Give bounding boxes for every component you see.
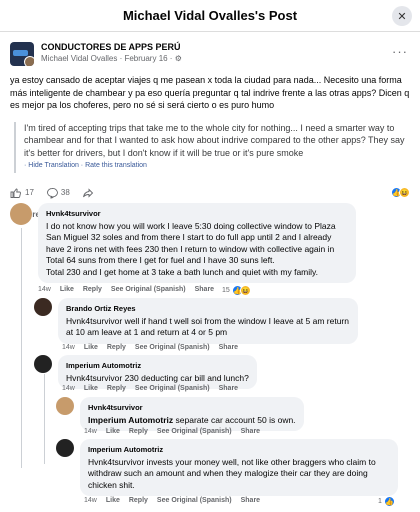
post-date[interactable]: February 16 · ⚙ [124, 54, 181, 63]
more-options-icon[interactable]: ··· [392, 44, 408, 59]
comment-bubble: Imperium Automotriz Hvnk4tsurvivor 230 d… [58, 355, 257, 389]
author-link[interactable]: Michael Vidal Ovalles [41, 54, 117, 63]
comment-time[interactable]: 14w [62, 344, 75, 351]
author-avatar[interactable] [24, 56, 34, 66]
comment-bubble: Hvnk4tsurvivor Imperium Automotriz separ… [80, 397, 304, 431]
like-link[interactable]: Like [84, 344, 98, 351]
see-original-link[interactable]: See Original (Spanish) [157, 428, 232, 435]
thumbs-up-icon [10, 188, 21, 198]
comment-actions: 14w Like Reply See Original (Spanish) Sh… [38, 286, 214, 293]
like-count: 17 [25, 188, 34, 197]
comment-time[interactable]: 14w [84, 497, 97, 504]
haha-reaction-icon: 😆 [239, 285, 251, 296]
commenter-name[interactable]: Imperium Automotriz [88, 444, 390, 456]
reaction-count: 1 [378, 498, 382, 505]
reply-link[interactable]: Reply [107, 344, 126, 351]
post-meta: CONDUCTORES DE APPS PERÚ Michael Vidal O… [41, 42, 182, 63]
post-text: ya estoy cansado de aceptar viajes q me … [10, 75, 410, 110]
comment-count: 38 [60, 188, 70, 197]
like-link[interactable]: Like [106, 497, 120, 504]
see-original-link[interactable]: See Original (Spanish) [157, 497, 232, 504]
share-link[interactable]: Share [219, 344, 238, 351]
mention-link[interactable]: Imperium Automotriz [88, 415, 173, 425]
comment-text: Hvnk4tsurvivor invests your money well, … [88, 456, 376, 490]
commenter-name[interactable]: Imperium Automotriz [66, 360, 249, 372]
comment-5: Imperium Automotriz Hvnk4tsurvivor inves… [56, 439, 398, 496]
comment-text: Hvnk4tsurvivor well if hand t well soi f… [66, 315, 349, 338]
translation-links[interactable]: · Hide Translation · Rate this translati… [24, 160, 406, 173]
avatar[interactable] [56, 397, 74, 415]
dialog-title: Michael Vidal Ovalles's Post [122, 8, 298, 23]
share-link[interactable]: Share [195, 286, 214, 293]
comment-1: Hvnk4tsurvivor I do not know how you wil… [10, 203, 410, 283]
see-original-link[interactable]: See Original (Spanish) [111, 286, 186, 293]
reply-link[interactable]: Reply [129, 497, 148, 504]
comment-actions: 14w Like Reply See Original (Spanish) Sh… [62, 344, 238, 351]
like-action[interactable]: 17 [10, 187, 34, 199]
translation-block: I'm tired of accepting trips that take m… [14, 121, 406, 173]
author-line: Michael Vidal Ovalles · February 16 · ⚙ [41, 54, 182, 63]
share-link[interactable]: Share [241, 497, 260, 504]
comment-text: Hvnk4tsurvivor 230 deducting car bill an… [66, 372, 249, 383]
comment-reactions[interactable]: 1 👍 [378, 496, 395, 507]
comment-bubble: Imperium Automotriz Hvnk4tsurvivor inves… [80, 439, 398, 496]
comment-actions: 14w Like Reply See Original (Spanish) Sh… [62, 385, 238, 392]
commenter-name[interactable]: Hvnk4tsurvivor [88, 402, 296, 414]
comment-2: Brando Ortiz Reyes Hvnk4tsurvivor well i… [34, 298, 358, 344]
post-actions: 17 38 👍 😆 [0, 173, 420, 199]
comment-reactions[interactable]: 15 👍 😆 [222, 285, 251, 296]
reply-link[interactable]: Reply [83, 286, 102, 293]
share-link[interactable]: Share [241, 428, 260, 435]
post-reactions[interactable]: 👍 😆 [391, 187, 410, 198]
translation-text: I'm tired of accepting trips that take m… [24, 122, 405, 158]
comment-action[interactable]: 38 [46, 187, 70, 199]
comment-actions: 14w Like Reply See Original (Spanish) Sh… [84, 428, 260, 435]
like-link[interactable]: Like [60, 286, 74, 293]
comment-time[interactable]: 14w [84, 428, 97, 435]
comment-actions: 14w Like Reply See Original (Spanish) Sh… [84, 497, 260, 504]
thread-line [44, 374, 45, 464]
commenter-name[interactable]: Brando Ortiz Reyes [66, 303, 350, 315]
like-link[interactable]: Like [84, 385, 98, 392]
like-reaction-icon: 👍 [383, 496, 395, 507]
share-action[interactable] [82, 187, 94, 199]
avatar[interactable] [34, 355, 52, 373]
group-avatar[interactable] [10, 42, 34, 66]
reaction-count: 15 [222, 287, 230, 294]
avatar[interactable] [34, 298, 52, 316]
post-header: CONDUCTORES DE APPS PERÚ Michael Vidal O… [0, 32, 420, 66]
reply-link[interactable]: Reply [107, 385, 126, 392]
comment-text: I do not know how you will work I leave … [46, 220, 336, 277]
comment-time[interactable]: 14w [62, 385, 75, 392]
avatar[interactable] [56, 439, 74, 457]
comment-4: Hvnk4tsurvivor Imperium Automotriz separ… [56, 397, 304, 431]
reply-link[interactable]: Reply [129, 428, 148, 435]
group-name-link[interactable]: CONDUCTORES DE APPS PERÚ [41, 42, 182, 52]
post-dialog-header: Michael Vidal Ovalles's Post ✕ [0, 0, 420, 32]
see-original-link[interactable]: See Original (Spanish) [135, 344, 210, 351]
comment-bubble: Hvnk4tsurvivor I do not know how you wil… [38, 203, 356, 283]
comment-icon [46, 187, 58, 198]
comment-text: separate car account 50 is own. [173, 414, 296, 425]
avatar[interactable] [10, 203, 32, 225]
share-icon [82, 187, 93, 198]
comment-time[interactable]: 14w [38, 286, 51, 293]
close-icon[interactable]: ✕ [392, 6, 412, 26]
car-logo-icon [13, 50, 28, 56]
thread-line [21, 228, 22, 468]
commenter-name[interactable]: Hvnk4tsurvivor [46, 208, 348, 220]
see-original-link[interactable]: See Original (Spanish) [135, 385, 210, 392]
like-link[interactable]: Like [106, 428, 120, 435]
haha-reaction-icon: 😆 [399, 187, 410, 198]
share-link[interactable]: Share [219, 385, 238, 392]
comment-bubble: Brando Ortiz Reyes Hvnk4tsurvivor well i… [58, 298, 358, 344]
comment-3: Imperium Automotriz Hvnk4tsurvivor 230 d… [34, 355, 257, 389]
